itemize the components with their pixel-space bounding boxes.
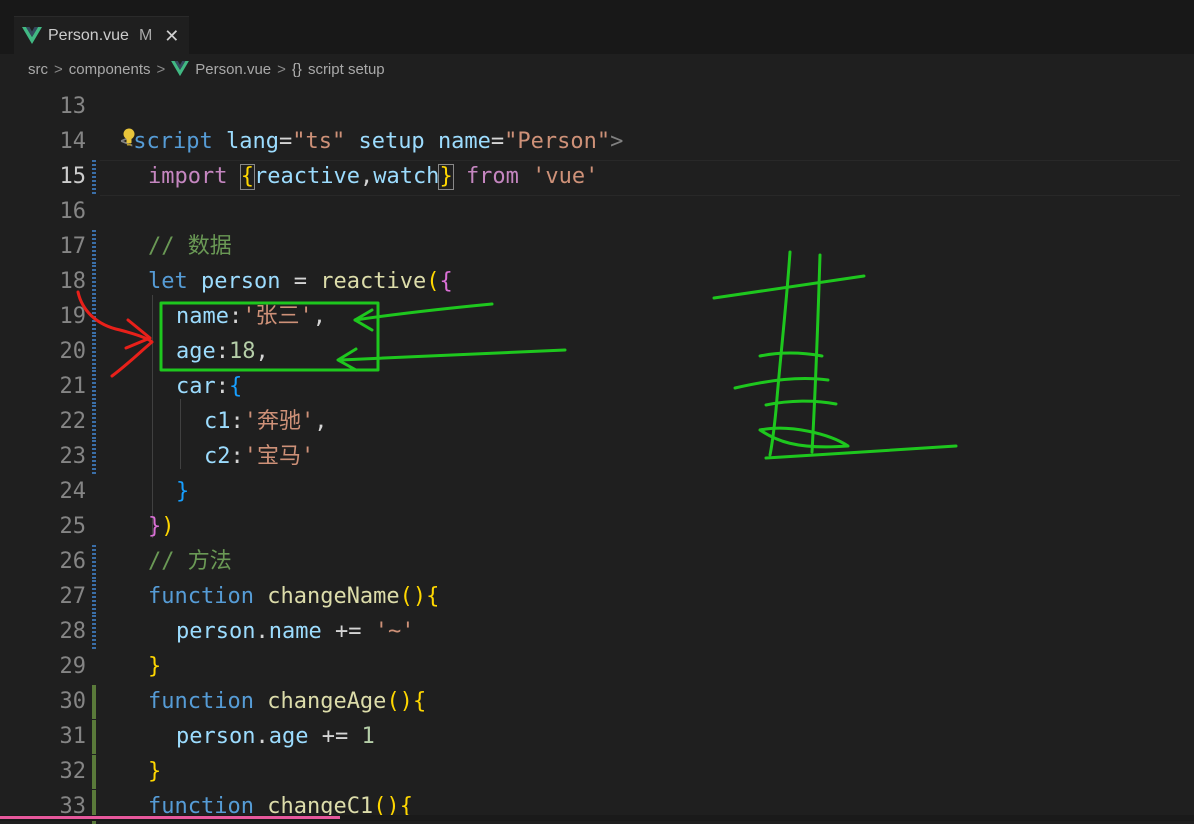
close-icon[interactable]: ✕ [164,26,179,47]
code-text: function changeAge(){ [148,689,427,714]
line-number: 15 [59,164,87,189]
gutter-added-marker [92,720,96,754]
code-line: 32 } [0,755,1194,789]
line-number: 29 [59,654,87,679]
code-line: 31 person.age += 1 [0,720,1194,754]
code-text: car:{ [176,374,243,399]
scrollbar-thumb[interactable] [0,816,340,819]
gutter-added-marker [92,755,96,789]
breadcrumb-item-components[interactable]: components [69,61,151,78]
title-strip [0,0,1194,8]
line-number: 31 [59,724,87,749]
vue-file-icon [171,61,190,77]
braces-icon: {} [291,60,302,78]
code-line: 14 <script lang="ts" setup name="Person"… [0,125,1194,159]
breadcrumb-item-symbol[interactable]: script setup [308,61,385,78]
gutter-change-marker [92,160,96,194]
gutter-change-marker [92,405,96,439]
code-text: let person = reactive({ [148,269,453,294]
code-line: 26 // 方法 [0,545,1194,579]
line-number: 20 [59,339,87,364]
gutter-added-marker [92,685,96,719]
line-number: 24 [59,479,87,504]
line-number: 16 [59,199,87,224]
code-line: 16 [0,195,1194,229]
gutter-change-marker [92,440,96,474]
code-text: } [176,479,190,504]
gutter-change-marker [92,300,96,334]
chevron-right-icon: > [156,60,166,78]
line-number: 27 [59,584,87,609]
code-text: person.name += '~' [176,619,415,644]
tab-filename: Person.vue [48,27,129,44]
line-number: 17 [59,234,87,259]
code-line: 22 c1:'奔驰', [0,405,1194,439]
code-line: 19 name:'张三', [0,300,1194,334]
modified-badge: M [138,27,153,44]
breadcrumb: src > components > Person.vue > {} scrip… [0,54,1194,84]
line-number: 14 [59,129,87,154]
line-number: 22 [59,409,87,434]
line-number: 30 [59,689,87,714]
gutter-change-marker [92,335,96,369]
code-text: } [148,654,162,679]
chevron-right-icon: > [277,60,286,78]
line-number: 19 [59,304,87,329]
gutter-change-marker [92,545,96,579]
code-comment: // 数据 [148,234,232,259]
code-text: c1:'奔驰', [204,409,328,434]
code-line: 28 person.name += '~' [0,615,1194,649]
editor-tab-bar: Person.vue M ✕ [0,8,1194,55]
code-line: 30 function changeAge(){ [0,685,1194,719]
code-line: 21 car:{ [0,370,1194,404]
line-number: 26 [59,549,87,574]
code-text: }) [148,514,175,539]
code-line: 25 }) [0,510,1194,544]
line-number: 21 [59,374,87,399]
gutter-change-marker [92,230,96,264]
gutter-change-marker [92,580,96,614]
breadcrumb-item-src[interactable]: src [28,61,48,78]
breadcrumb-item-file[interactable]: Person.vue [195,61,271,78]
code-line: 15 import {reactive,watch} from 'vue' [0,160,1194,194]
vue-file-icon [22,27,42,44]
code-text: <script lang="ts" setup name="Person"> [120,129,624,154]
gutter-change-marker [92,370,96,404]
code-line: 24 } [0,475,1194,509]
code-comment: // 方法 [148,549,232,574]
line-number: 32 [59,759,87,784]
chevron-right-icon: > [54,60,63,78]
code-line: 13 [0,90,1194,124]
line-number: 13 [59,94,87,119]
gutter-change-marker [92,615,96,649]
code-text: name:'张三', [176,304,326,329]
gutter-change-marker [92,265,96,299]
code-text: c2:'宝马' [204,444,315,469]
code-line: 27 function changeName(){ [0,580,1194,614]
horizontal-scrollbar[interactable] [0,815,1194,821]
line-number: 25 [59,514,87,539]
code-text: person.age += 1 [176,724,375,749]
code-line: 23 c2:'宝马' [0,440,1194,474]
code-text: function changeName(){ [148,584,440,609]
code-editor[interactable]: 13 14 <script lang="ts" setup name="Pers… [0,86,1194,824]
code-text: age:18, [176,339,269,364]
line-number: 18 [59,269,87,294]
lightbulb-icon[interactable] [122,128,136,146]
code-line: 20 age:18, [0,335,1194,369]
code-text: import {reactive,watch} from 'vue' [148,164,599,190]
tab-person-vue[interactable]: Person.vue M ✕ [14,16,190,55]
code-text: } [148,759,162,784]
code-line: 17 // 数据 [0,230,1194,264]
code-line: 18 let person = reactive({ [0,265,1194,299]
line-number: 28 [59,619,87,644]
code-line: 29 } [0,650,1194,684]
line-number: 23 [59,444,87,469]
